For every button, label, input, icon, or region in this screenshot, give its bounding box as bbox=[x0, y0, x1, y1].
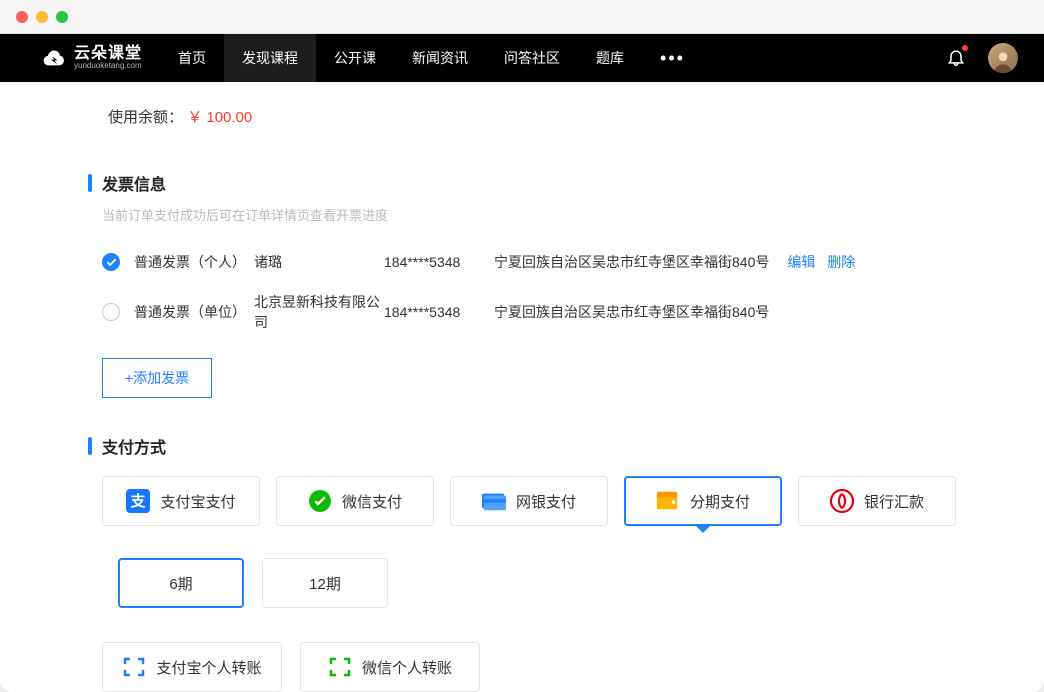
nav-discover-courses[interactable]: 发现课程 bbox=[224, 34, 316, 82]
invoice-actions: 编辑 删除 bbox=[787, 252, 863, 272]
nav-more-icon[interactable]: ••• bbox=[642, 34, 703, 82]
nav-open-class[interactable]: 公开课 bbox=[316, 34, 394, 82]
brand-logo[interactable]: 云朵课堂 yunduoketang.com bbox=[42, 45, 142, 71]
transfer-option-wechat[interactable]: 微信个人转账 bbox=[300, 642, 480, 692]
invoice-name: 北京昱新科技有限公司 bbox=[254, 292, 384, 332]
invoice-phone: 184****5348 bbox=[384, 254, 494, 270]
payment-section-title: 支付方式 bbox=[88, 434, 956, 458]
nav-news[interactable]: 新闻资讯 bbox=[394, 34, 486, 82]
invoice-address: 宁夏回族自治区吴忠市红寺堡区幸福街840号 bbox=[494, 252, 769, 272]
brand-name: 云朵课堂 bbox=[74, 46, 142, 62]
page-content: 使用余额： ￥ 100.00 发票信息 当前订单支付成功后可在订单详情页查看开票… bbox=[0, 82, 1044, 692]
bank-icon bbox=[830, 489, 854, 513]
balance-label: 使用余额： bbox=[108, 109, 183, 126]
invoice-delete-link[interactable]: 删除 bbox=[827, 254, 855, 270]
pay-option-bank-transfer[interactable]: 银行汇款 bbox=[798, 476, 956, 526]
invoice-row-personal[interactable]: 普通发票（个人） 诸璐 184****5348 宁夏回族自治区吴忠市红寺堡区幸福… bbox=[88, 242, 956, 282]
alipay-icon: 支 bbox=[126, 489, 150, 513]
invoice-radio-company[interactable] bbox=[102, 303, 120, 321]
svg-text:支: 支 bbox=[130, 492, 147, 510]
invoice-type: 普通发票（单位） bbox=[134, 302, 254, 322]
notification-dot-icon bbox=[962, 45, 968, 51]
invoice-edit-link[interactable]: 编辑 bbox=[787, 254, 815, 270]
wallet-icon bbox=[656, 489, 680, 513]
bank-card-icon bbox=[482, 489, 506, 513]
cloud-logo-icon bbox=[42, 45, 68, 71]
invoice-row-company[interactable]: 普通发票（单位） 北京昱新科技有限公司 184****5348 宁夏回族自治区吴… bbox=[88, 282, 956, 342]
invoice-name: 诸璐 bbox=[254, 252, 384, 272]
avatar-icon bbox=[990, 47, 1016, 73]
scan-frame-green-icon bbox=[328, 655, 352, 679]
app-window: 云朵课堂 yunduoketang.com 首页 发现课程 公开课 新闻资讯 问… bbox=[0, 0, 1044, 692]
add-invoice-button[interactable]: +添加发票 bbox=[102, 358, 212, 398]
invoice-phone: 184****5348 bbox=[384, 304, 494, 320]
brand-sub: yunduoketang.com bbox=[74, 62, 142, 70]
transfer-option-alipay[interactable]: 支付宝个人转账 bbox=[102, 642, 282, 692]
balance-amount: ￥ 100.00 bbox=[187, 109, 252, 126]
pay-option-alipay[interactable]: 支 支付宝支付 bbox=[102, 476, 260, 526]
notifications-button[interactable] bbox=[946, 47, 966, 70]
personal-transfer-options: 支付宝个人转账 微信个人转账 bbox=[102, 642, 956, 692]
pay-option-netbank[interactable]: 网银支付 bbox=[450, 476, 608, 526]
term-option-12[interactable]: 12期 bbox=[262, 558, 388, 608]
nav-home[interactable]: 首页 bbox=[160, 34, 224, 82]
balance-row: 使用余额： ￥ 100.00 bbox=[88, 106, 956, 127]
invoice-address: 宁夏回族自治区吴忠市红寺堡区幸福街840号 bbox=[494, 302, 769, 322]
main-nav: 首页 发现课程 公开课 新闻资讯 问答社区 题库 ••• bbox=[160, 34, 703, 82]
pay-option-wechat[interactable]: 微信支付 bbox=[276, 476, 434, 526]
invoice-section-subtitle: 当前订单支付成功后可在订单详情页查看开票进度 bbox=[102, 205, 956, 224]
user-avatar[interactable] bbox=[988, 43, 1018, 73]
wechat-icon bbox=[308, 489, 332, 513]
invoice-radio-personal[interactable] bbox=[102, 253, 120, 271]
nav-qa-community[interactable]: 问答社区 bbox=[486, 34, 578, 82]
invoice-type: 普通发票（个人） bbox=[134, 252, 254, 272]
nav-question-bank[interactable]: 题库 bbox=[578, 34, 642, 82]
pay-option-installment[interactable]: 分期支付 bbox=[624, 476, 782, 526]
scan-frame-blue-icon bbox=[122, 655, 146, 679]
invoice-section-title: 发票信息 bbox=[88, 171, 956, 195]
top-navbar: 云朵课堂 yunduoketang.com 首页 发现课程 公开课 新闻资讯 问… bbox=[0, 34, 1044, 82]
minimize-window-button[interactable] bbox=[36, 11, 48, 23]
close-window-button[interactable] bbox=[16, 11, 28, 23]
maximize-window-button[interactable] bbox=[56, 11, 68, 23]
installment-terms: 6期 12期 bbox=[118, 558, 956, 608]
mac-titlebar bbox=[0, 0, 1044, 34]
check-icon bbox=[106, 257, 117, 268]
term-option-6[interactable]: 6期 bbox=[118, 558, 244, 608]
payment-options: 支 支付宝支付 微信支付 网银支付 分期支付 bbox=[102, 476, 956, 526]
